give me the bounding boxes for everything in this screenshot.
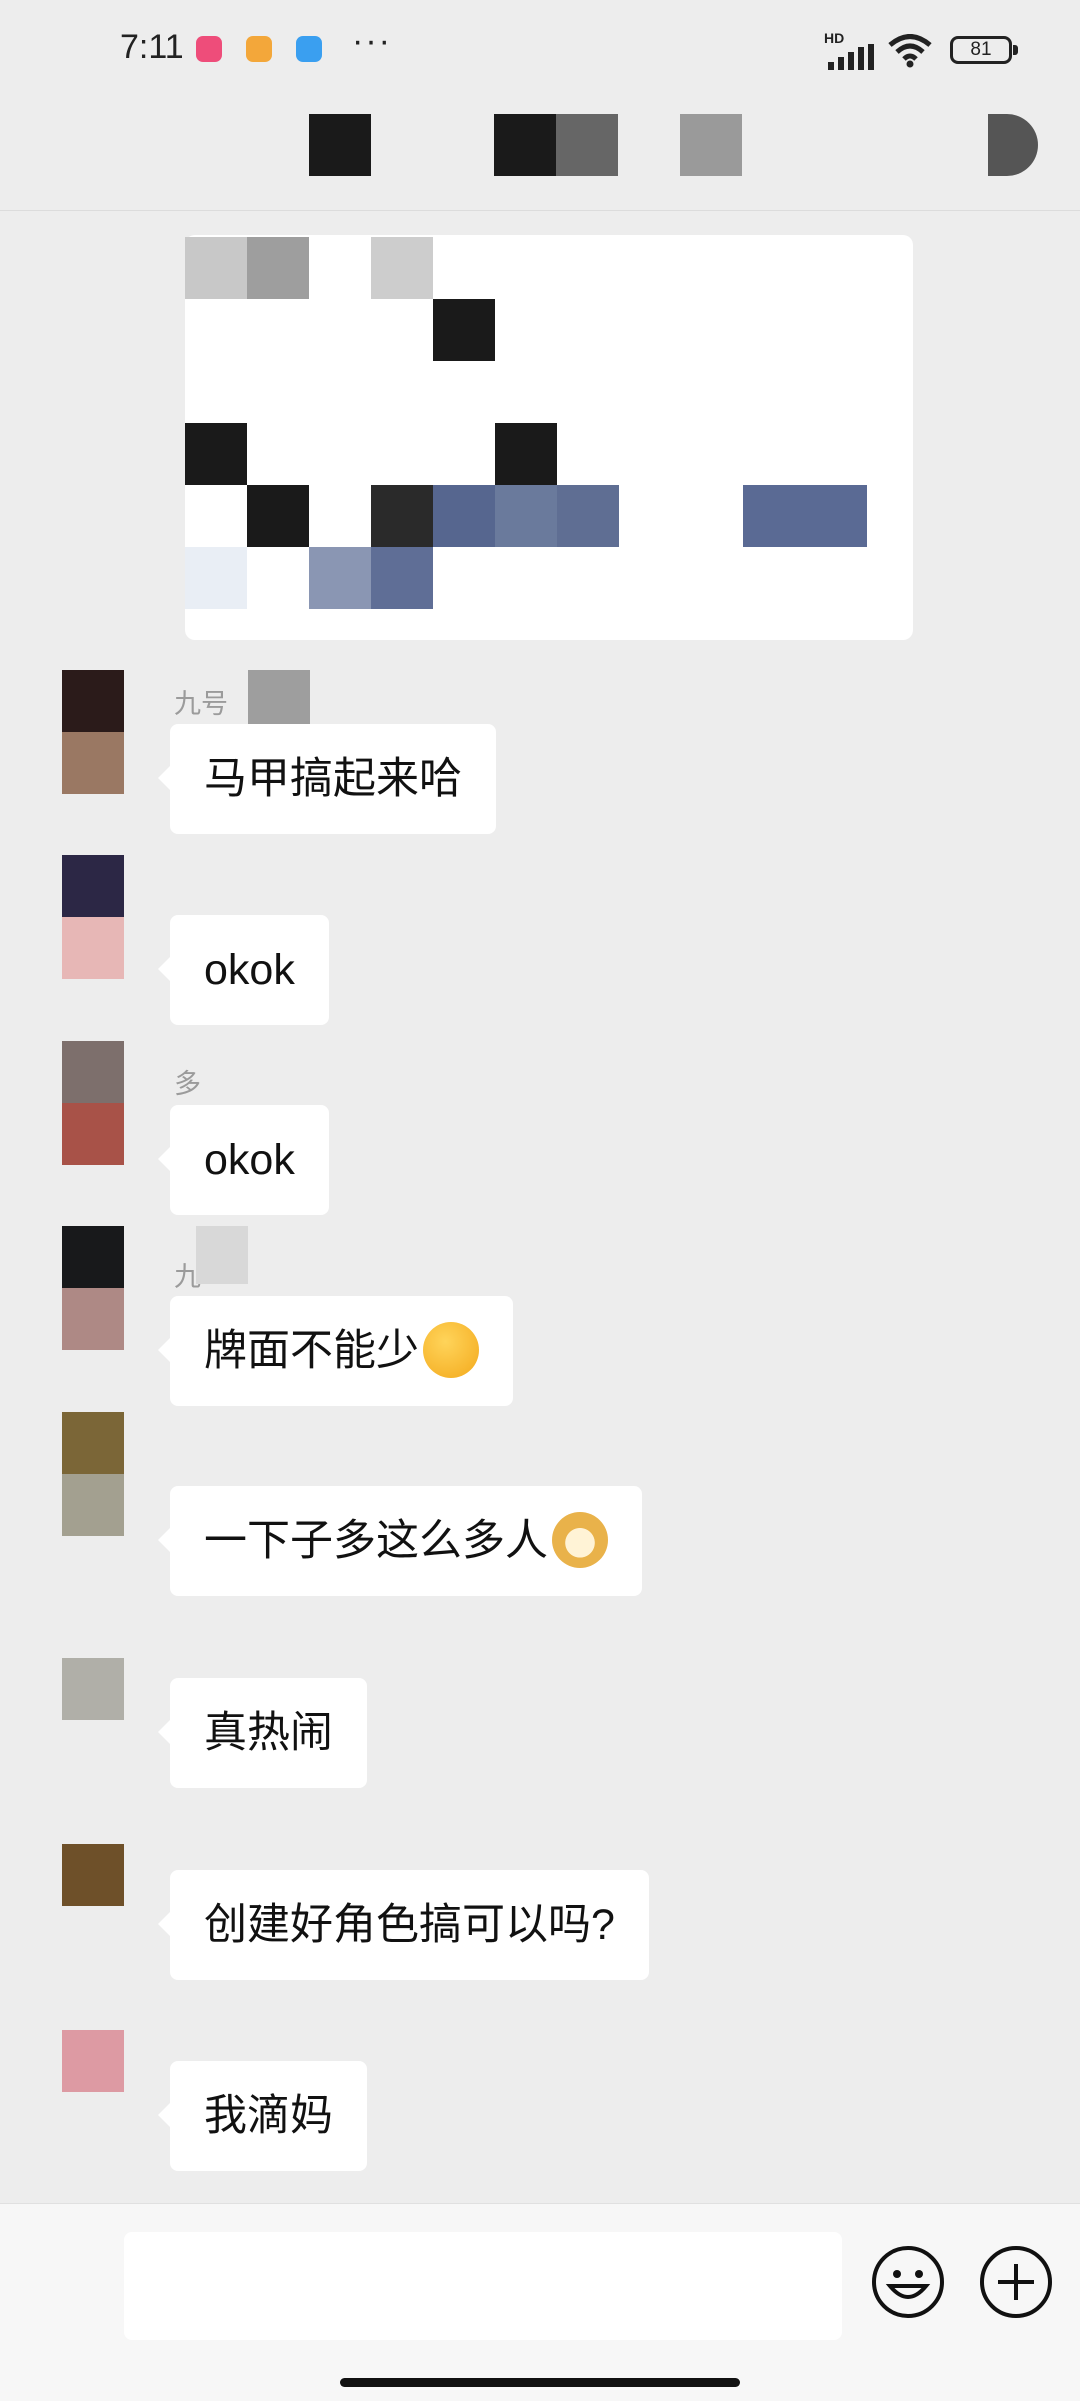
avatar[interactable] [62, 1226, 124, 1350]
redacted-block [371, 485, 433, 547]
sender-name: 多 [174, 1069, 201, 1099]
avatar[interactable] [62, 1041, 124, 1165]
redacted-block [495, 423, 557, 485]
redacted-block [185, 237, 247, 299]
redacted-block [371, 547, 433, 609]
redacted-block [557, 485, 619, 547]
redacted-block [309, 547, 371, 609]
message-bubble[interactable]: 我滴妈 [158, 2061, 367, 2171]
signal-icon [828, 44, 874, 70]
avatar[interactable] [62, 855, 124, 979]
redacted-block [433, 299, 495, 361]
message-bubble[interactable]: 牌面不能少 [158, 1296, 513, 1406]
redacted-title [680, 114, 742, 176]
more-options-icon[interactable] [988, 114, 1038, 176]
redacted-block [185, 547, 247, 609]
quoted-message-card[interactable] [185, 235, 913, 640]
avatar[interactable] [62, 1412, 124, 1536]
status-bar: 7:11 ··· HD 81 [0, 0, 1080, 100]
redacted-block [743, 485, 867, 547]
redacted-block [247, 237, 309, 299]
avatar[interactable] [62, 1844, 124, 1906]
avatar[interactable] [62, 1658, 124, 1720]
message-bubble[interactable]: 马甲搞起来哈 [158, 724, 496, 834]
message-bubble[interactable]: 真热闹 [158, 1678, 367, 1788]
redacted-block [371, 237, 433, 299]
app-notification-icon [246, 36, 272, 62]
redacted-title [309, 114, 371, 176]
app-notification-icon [196, 36, 222, 62]
battery-indicator: 81 [950, 36, 1012, 64]
plus-button-icon[interactable] [978, 2244, 1054, 2320]
chat-header [0, 100, 1080, 211]
message-text: 牌面不能少 [204, 1327, 419, 1375]
redacted-block [248, 670, 310, 732]
redacted-block [185, 423, 247, 485]
redacted-title [556, 114, 618, 176]
message-bubble[interactable]: 一下子多这么多人 [158, 1486, 642, 1596]
message-bubble[interactable]: okok [158, 1105, 329, 1215]
message-text: 一下子多这么多人 [204, 1517, 548, 1565]
more-notifications-icon: ··· [352, 22, 392, 60]
redacted-block [495, 485, 557, 547]
wifi-icon [888, 34, 932, 68]
redacted-title [494, 114, 556, 176]
app-notification-icon [296, 36, 322, 62]
input-bar [0, 2203, 1080, 2401]
thinking-emoji-icon [423, 1321, 479, 1378]
avatar[interactable] [62, 670, 124, 794]
redacted-block [196, 1226, 248, 1284]
emoji-button-icon[interactable] [870, 2244, 946, 2320]
battery-tip [1013, 45, 1018, 55]
redacted-block [433, 485, 495, 547]
sender-name: 九号 [174, 689, 228, 719]
message-input[interactable] [124, 2232, 842, 2340]
status-time: 7:11 [120, 28, 184, 66]
home-indicator[interactable] [340, 2378, 740, 2387]
avatar[interactable] [62, 2030, 124, 2092]
message-bubble[interactable]: 创建好角色搞可以吗? [158, 1870, 649, 1980]
doge-emoji-icon [552, 1511, 608, 1568]
redacted-block [247, 485, 309, 547]
message-bubble[interactable]: okok [158, 915, 329, 1025]
